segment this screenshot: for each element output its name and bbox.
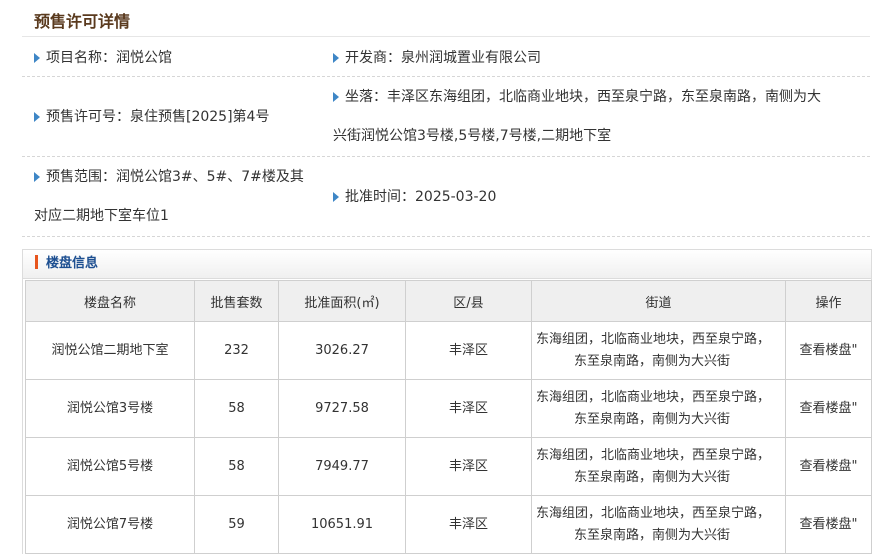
view-property-link[interactable]: 查看楼盘" (800, 401, 858, 416)
panel-header: 楼盘信息 (23, 250, 871, 279)
column-header-name: 楼盘名称 (25, 280, 195, 322)
street-line-2: 东至泉南路，南侧为大兴街 (574, 353, 731, 369)
cell-name: 润悦公馆5号楼 (25, 437, 195, 496)
column-header-units: 批售套数 (194, 280, 279, 322)
table-row: 润悦公馆3号楼 58 9727.58 丰泽区 东海组团，北临商业地块，西至泉宁路… (25, 379, 872, 438)
street-line-1: 东海组团，北临商业地块，西至泉宁路， (536, 331, 771, 347)
street-line-1: 东海组团，北临商业地块，西至泉宁路， (536, 505, 771, 521)
project-name-field: 项目名称：润悦公馆 (34, 38, 172, 78)
info-row-2: 预售许可号：泉住预售[2025]第4号 坐落：丰泽区东海组团，北临商业地块，西至… (22, 77, 870, 157)
view-property-link[interactable]: 查看楼盘" (800, 517, 858, 532)
title-divider (22, 36, 870, 37)
cell-district: 丰泽区 (405, 321, 532, 380)
presale-scope-line-2: 对应二期地下室车位1 (34, 208, 169, 224)
street-line-2: 东至泉南路，南侧为大兴街 (574, 469, 731, 485)
property-table: 楼盘名称 批售套数 批准面积(㎡) 区/县 街道 操作 润悦公馆二期地下室 23… (25, 280, 872, 554)
arrow-icon (333, 92, 339, 102)
cell-units: 58 (194, 437, 279, 496)
property-info-panel: 楼盘信息 楼盘名称 批售套数 批准面积(㎡) 区/县 街道 操作 润悦公馆二期地… (22, 249, 872, 554)
cell-units: 59 (194, 495, 279, 554)
cell-street: 东海组团，北临商业地块，西至泉宁路， 东至泉南路，南侧为大兴街 (531, 495, 786, 554)
column-header-action: 操作 (785, 280, 872, 322)
cell-name: 润悦公馆3号楼 (25, 379, 195, 438)
approval-time-field: 批准时间：2025-03-20 (333, 177, 496, 217)
cell-area: 7949.77 (278, 437, 406, 496)
cell-area: 3026.27 (278, 321, 406, 380)
column-header-area: 批准面积(㎡) (278, 280, 406, 322)
project-name-label: 项目名称：润悦公馆 (46, 50, 172, 66)
location-field: 坐落：丰泽区东海组团，北临商业地块，西至泉宁路，东至泉南路，南侧为大 (333, 77, 821, 117)
marker-bar-icon (35, 255, 38, 269)
view-property-link[interactable]: 查看楼盘" (800, 459, 858, 474)
street-line-2: 东至泉南路，南侧为大兴街 (574, 527, 731, 543)
info-row-1: 项目名称：润悦公馆 开发商：泉州润城置业有限公司 (22, 38, 870, 77)
arrow-icon (333, 53, 339, 63)
cell-action: 查看楼盘" (785, 379, 872, 438)
info-row-3: 预售范围：润悦公馆3#、5#、7#楼及其 对应二期地下室车位1 批准时间：202… (22, 157, 870, 237)
column-header-street: 街道 (531, 280, 786, 322)
cell-action: 查看楼盘" (785, 495, 872, 554)
page-title: 预售许可详情 (34, 12, 131, 31)
table-row: 润悦公馆5号楼 58 7949.77 丰泽区 东海组团，北临商业地块，西至泉宁路… (25, 437, 872, 496)
cell-name: 润悦公馆二期地下室 (25, 321, 195, 380)
cell-units: 58 (194, 379, 279, 438)
street-line-2: 东至泉南路，南侧为大兴街 (574, 411, 731, 427)
arrow-icon (34, 53, 40, 63)
cell-area: 10651.91 (278, 495, 406, 554)
panel-title: 楼盘信息 (46, 256, 99, 271)
presale-scope-field: 预售范围：润悦公馆3#、5#、7#楼及其 (34, 157, 304, 197)
table-row: 润悦公馆7号楼 59 10651.91 丰泽区 东海组团，北临商业地块，西至泉宁… (25, 495, 872, 554)
arrow-icon (34, 172, 40, 182)
cell-area: 9727.58 (278, 379, 406, 438)
street-line-1: 东海组团，北临商业地块，西至泉宁路， (536, 389, 771, 405)
cell-units: 232 (194, 321, 279, 380)
table-header-row: 楼盘名称 批售套数 批准面积(㎡) 区/县 街道 操作 (25, 280, 872, 322)
developer-label: 开发商：泉州润城置业有限公司 (345, 50, 541, 66)
street-line-1: 东海组团，北临商业地块，西至泉宁路， (536, 447, 771, 463)
cell-district: 丰泽区 (405, 379, 532, 438)
table-row: 润悦公馆二期地下室 232 3026.27 丰泽区 东海组团，北临商业地块，西至… (25, 321, 872, 380)
presale-scope-line-1: 预售范围：润悦公馆3#、5#、7#楼及其 (46, 169, 304, 185)
cell-district: 丰泽区 (405, 437, 532, 496)
cell-street: 东海组团，北临商业地块，西至泉宁路， 东至泉南路，南侧为大兴街 (531, 379, 786, 438)
column-header-district: 区/县 (405, 280, 532, 322)
cell-name: 润悦公馆7号楼 (25, 495, 195, 554)
cell-action: 查看楼盘" (785, 321, 872, 380)
developer-field: 开发商：泉州润城置业有限公司 (333, 38, 541, 78)
cell-district: 丰泽区 (405, 495, 532, 554)
cell-action: 查看楼盘" (785, 437, 872, 496)
approval-time-label: 批准时间：2025-03-20 (345, 189, 497, 205)
arrow-icon (34, 112, 40, 122)
arrow-icon (333, 192, 339, 202)
permit-number-field: 预售许可号：泉住预售[2025]第4号 (34, 97, 269, 137)
location-line-1: 坐落：丰泽区东海组团，北临商业地块，西至泉宁路，东至泉南路，南侧为大 (345, 89, 821, 105)
cell-street: 东海组团，北临商业地块，西至泉宁路， 东至泉南路，南侧为大兴街 (531, 437, 786, 496)
location-line-2: 兴街润悦公馆3号楼,5号楼,7号楼,二期地下室 (333, 128, 612, 144)
view-property-link[interactable]: 查看楼盘" (800, 343, 858, 358)
cell-street: 东海组团，北临商业地块，西至泉宁路， 东至泉南路，南侧为大兴街 (531, 321, 786, 380)
permit-number-label: 预售许可号：泉住预售[2025]第4号 (46, 109, 270, 125)
